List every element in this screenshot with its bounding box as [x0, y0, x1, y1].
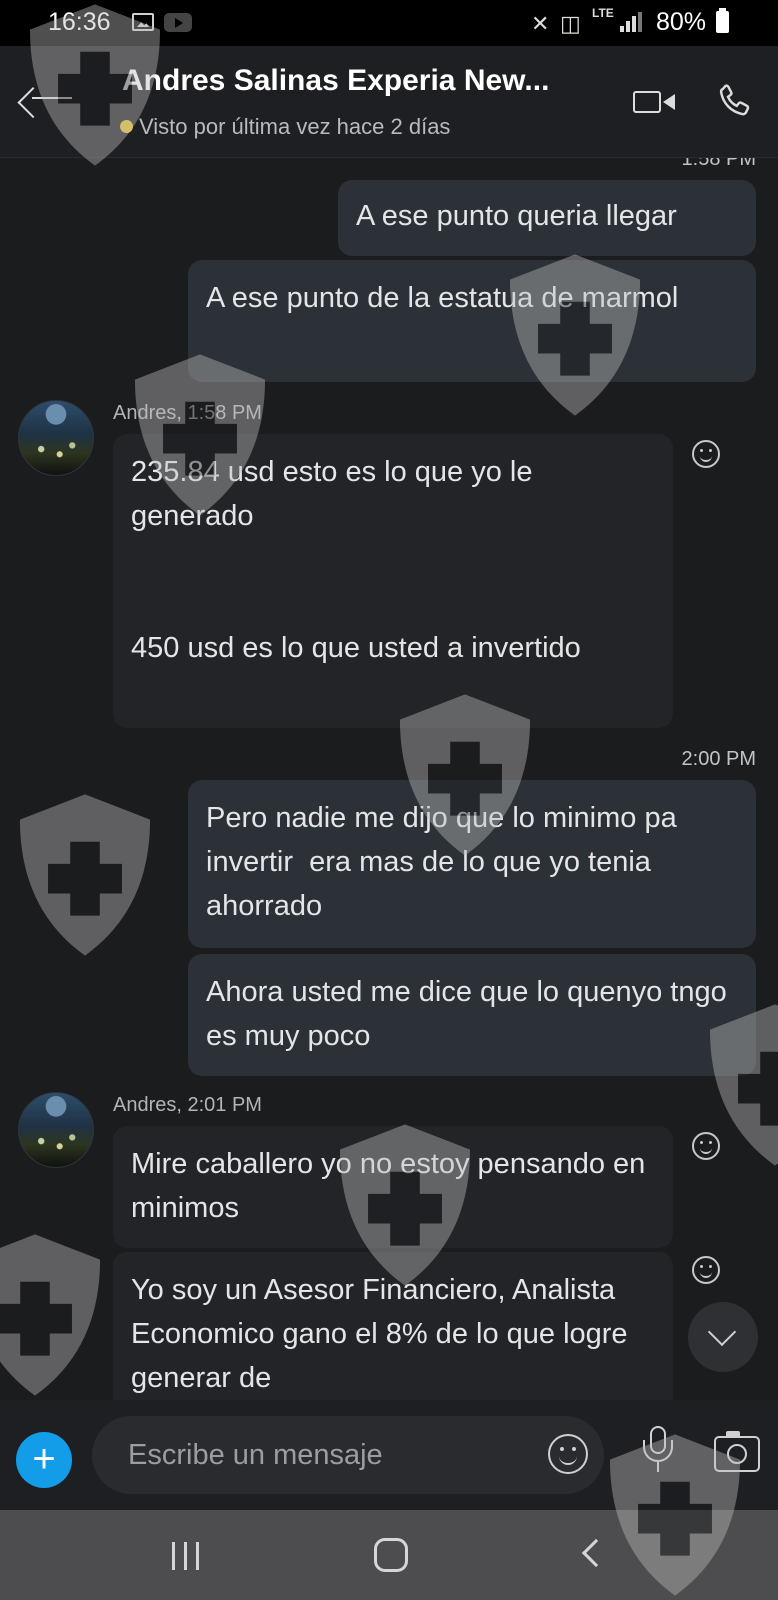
home-icon[interactable]: [374, 1538, 408, 1572]
scroll-to-bottom-button[interactable]: [688, 1302, 758, 1372]
skype-chat-screen: 16:36 ✕ ◫ LTE 80% Andres Salinas Experia…: [0, 0, 778, 1600]
outgoing-message[interactable]: Ahora usted me dice que lo quenyo tngo e…: [188, 954, 756, 1076]
message-timestamp: 2:00 PM: [681, 748, 756, 770]
network-type: LTE: [592, 6, 614, 20]
incoming-message[interactable]: Yo soy un Asesor Financiero, Analista Ec…: [113, 1252, 673, 1400]
compose-bar: +: [0, 1400, 778, 1510]
message-timestamp: 1:58 PM: [681, 158, 756, 170]
sender-label: Andres, 2:01 PM: [113, 1094, 262, 1116]
recents-icon[interactable]: [172, 1542, 202, 1570]
add-button[interactable]: +: [16, 1432, 72, 1488]
chat-header: Andres Salinas Experia New... Visto por …: [0, 46, 778, 158]
nav-back-icon[interactable]: [581, 1538, 611, 1568]
incoming-message[interactable]: 235.84 usd esto es lo que yo le generado…: [113, 434, 673, 728]
smiley-icon[interactable]: [692, 1256, 720, 1284]
outgoing-message[interactable]: Pero nadie me dijo que lo minimo pa inve…: [188, 780, 756, 948]
youtube-notification-icon: [164, 13, 192, 32]
outgoing-message[interactable]: A ese punto de la estatua de marmol: [188, 260, 756, 382]
back-arrow-icon[interactable]: [30, 82, 74, 114]
battery-percent: 80%: [656, 8, 707, 36]
presence-text: Visto por última vez hace 2 días: [139, 114, 451, 139]
outgoing-message[interactable]: A ese punto queria llegar: [338, 180, 756, 256]
smiley-icon[interactable]: [692, 1132, 720, 1160]
incoming-message[interactable]: Mire caballero yo no estoy pensando en m…: [113, 1126, 673, 1248]
camera-icon[interactable]: [714, 1431, 760, 1472]
android-nav-bar: [0, 1510, 778, 1600]
vibrate-icon: ◫: [560, 11, 581, 36]
phone-icon[interactable]: [714, 81, 756, 123]
message-list[interactable]: 1:58 PM A ese punto queria llegar A ese …: [0, 158, 778, 1400]
contact-name[interactable]: Andres Salinas Experia New...: [122, 64, 622, 98]
status-time: 16:36: [48, 8, 111, 36]
status-bar: 16:36 ✕ ◫ LTE 80%: [0, 0, 778, 46]
gallery-notification-icon: [132, 13, 154, 31]
smiley-icon[interactable]: [692, 440, 720, 468]
signal-icon: [620, 12, 642, 32]
sender-label: Andres, 1:58 PM: [113, 402, 262, 424]
video-camera-icon: [633, 91, 661, 113]
presence-status: Visto por última vez hace 2 días: [120, 114, 450, 140]
plus-icon: +: [32, 1437, 56, 1481]
avatar[interactable]: [18, 400, 94, 476]
mute-icon: ✕: [531, 11, 550, 36]
microphone-icon[interactable]: [640, 1426, 676, 1480]
emoji-icon[interactable]: [548, 1434, 588, 1474]
video-call-button[interactable]: [633, 89, 677, 117]
battery-icon: [716, 8, 729, 33]
presence-dot-icon: [120, 120, 133, 133]
avatar[interactable]: [18, 1092, 94, 1168]
message-input[interactable]: [92, 1416, 604, 1494]
